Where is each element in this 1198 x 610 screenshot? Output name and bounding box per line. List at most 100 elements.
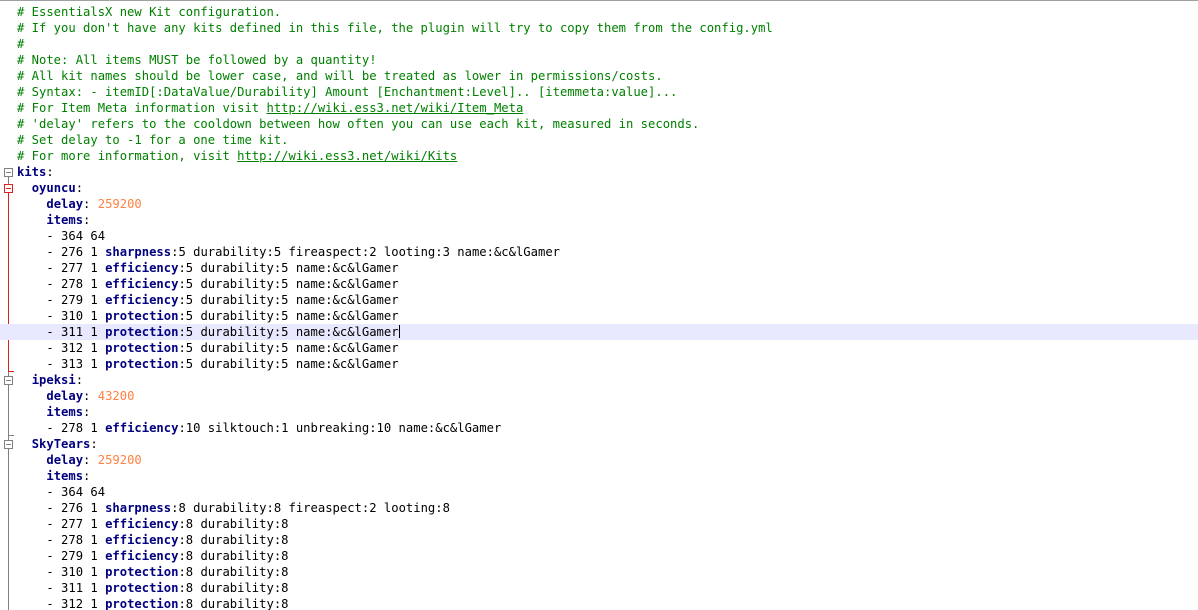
code-line[interactable]: - 277 1 efficiency:8 durability:8 — [0, 516, 1198, 532]
line-content: ipeksi: — [17, 372, 83, 388]
code-line[interactable]: - 278 1 efficiency:5 durability:5 name:&… — [0, 276, 1198, 292]
comment-line[interactable]: # Note: All items MUST be followed by a … — [0, 52, 1198, 68]
line-content: # — [17, 36, 24, 52]
line-content: delay: 259200 — [17, 196, 141, 212]
code-line[interactable]: items: — [0, 468, 1198, 484]
comment-line[interactable]: # For more information, visit http://wik… — [0, 148, 1198, 164]
code-line[interactable]: delay: 43200 — [0, 388, 1198, 404]
code-line[interactable]: - 276 1 sharpness:8 durability:8 fireasp… — [0, 500, 1198, 516]
code-line[interactable]: - 312 1 protection:8 durability:8 — [0, 596, 1198, 610]
enchantment-name: protection — [105, 341, 179, 355]
code-line[interactable]: kits: — [0, 164, 1198, 180]
code-line[interactable]: items: — [0, 404, 1198, 420]
code-line[interactable]: - 313 1 protection:5 durability:5 name:&… — [0, 356, 1198, 372]
code-line[interactable]: - 279 1 efficiency:8 durability:8 — [0, 548, 1198, 564]
comment-line[interactable]: # If you don't have any kits defined in … — [0, 20, 1198, 36]
yaml-key: delay — [46, 197, 84, 211]
code-line[interactable]: - 278 1 efficiency:8 durability:8 — [0, 532, 1198, 548]
code-line[interactable]: - 311 1 protection:5 durability:5 name:&… — [0, 324, 1198, 340]
code-line[interactable]: - 310 1 protection:5 durability:5 name:&… — [0, 308, 1198, 324]
yaml-key: oyuncu — [31, 181, 76, 195]
enchantment-name: protection — [105, 565, 179, 579]
comment-line[interactable]: # Syntax: - itemID[:DataValue/Durability… — [0, 84, 1198, 100]
url-link[interactable]: http://wiki.ess3.net/wiki/Item_Meta — [266, 101, 523, 115]
code-line[interactable]: - 364 64 — [0, 228, 1198, 244]
enchantment-name: efficiency — [105, 261, 179, 275]
line-content: # Syntax: - itemID[:DataValue/Durability… — [17, 84, 677, 100]
item-attributes: :10 silktouch:1 unbreaking:10 name:&c&lG… — [178, 421, 502, 435]
code-line[interactable]: - 312 1 protection:5 durability:5 name:&… — [0, 340, 1198, 356]
comment-line[interactable]: # EssentialsX new Kit configuration. — [0, 4, 1198, 20]
colon: : — [83, 453, 98, 467]
list-item-prefix: - 312 1 — [46, 597, 106, 610]
enchantment-name: efficiency — [105, 517, 179, 531]
enchantment-name: protection — [105, 597, 179, 610]
list-item-prefix: - 277 1 — [46, 517, 106, 531]
code-line[interactable]: SkyTears: — [0, 436, 1198, 452]
code-line[interactable]: delay: 259200 — [0, 452, 1198, 468]
line-content: # For more information, visit http://wik… — [17, 148, 457, 164]
comment-line[interactable]: # All kit names should be lower case, an… — [0, 68, 1198, 84]
code-line[interactable]: - 311 1 protection:8 durability:8 — [0, 580, 1198, 596]
list-item-prefix: - 313 1 — [46, 357, 106, 371]
line-content: items: — [17, 404, 90, 420]
line-content: SkyTears: — [17, 436, 98, 452]
line-content: - 279 1 efficiency:8 durability:8 — [17, 548, 288, 564]
code-line[interactable]: - 310 1 protection:8 durability:8 — [0, 564, 1198, 580]
code-line[interactable]: oyuncu: — [0, 180, 1198, 196]
item-attributes: :5 durability:5 fireaspect:2 looting:3 n… — [171, 245, 560, 259]
line-content: - 311 1 protection:5 durability:5 name:&… — [17, 324, 400, 340]
line-content: - 312 1 protection:8 durability:8 — [17, 596, 289, 610]
item-attributes: :8 durability:8 — [178, 597, 289, 610]
line-content: # Note: All items MUST be followed by a … — [17, 52, 377, 68]
code-line[interactable]: - 279 1 efficiency:5 durability:5 name:&… — [0, 292, 1198, 308]
colon: : — [83, 469, 91, 483]
code-line[interactable]: delay: 259200 — [0, 196, 1198, 212]
code-line[interactable]: - 277 1 efficiency:5 durability:5 name:&… — [0, 260, 1198, 276]
enchantment-name: protection — [105, 357, 179, 371]
line-content: - 312 1 protection:5 durability:5 name:&… — [17, 340, 399, 356]
url-link[interactable]: http://wiki.ess3.net/wiki/Kits — [237, 149, 457, 163]
comment-line[interactable]: # For Item Meta information visit http:/… — [0, 100, 1198, 116]
line-content: # 'delay' refers to the cooldown between… — [17, 116, 699, 132]
comment-text: # If you don't have any kits defined in … — [17, 21, 773, 35]
colon: : — [83, 405, 91, 419]
text-editor[interactable]: # EssentialsX new Kit configuration. # If… — [0, 0, 1198, 610]
code-line[interactable]: items: — [0, 212, 1198, 228]
item-attributes: :5 durability:5 name:&c&lGamer — [178, 341, 399, 355]
line-content: - 313 1 protection:5 durability:5 name:&… — [17, 356, 398, 372]
list-item-prefix: - 364 64 — [46, 229, 106, 243]
comment-text: # Note: All items MUST be followed by a … — [17, 53, 377, 67]
line-content: # Set delay to -1 for a one time kit. — [17, 132, 289, 148]
comment-text: # — [17, 37, 25, 51]
yaml-number-value: 259200 — [97, 453, 142, 467]
code-line[interactable]: - 364 64 — [0, 484, 1198, 500]
item-attributes: :5 durability:5 name:&c&lGamer — [178, 309, 399, 323]
comment-text: # For Item Meta information visit — [17, 101, 267, 115]
code-line[interactable]: ipeksi: — [0, 372, 1198, 388]
line-content: # EssentialsX new Kit configuration. — [17, 4, 281, 20]
code-lines[interactable]: # EssentialsX new Kit configuration. # If… — [0, 4, 1198, 610]
colon: : — [83, 213, 91, 227]
yaml-number-value: 43200 — [97, 389, 135, 403]
comment-line[interactable]: # — [0, 36, 1198, 52]
list-item-prefix: - 278 1 — [46, 421, 106, 435]
line-content: kits: — [17, 164, 54, 180]
code-line[interactable]: - 276 1 sharpness:5 durability:5 fireasp… — [0, 244, 1198, 260]
comment-line[interactable]: # 'delay' refers to the cooldown between… — [0, 116, 1198, 132]
line-content: - 276 1 sharpness:8 durability:8 fireasp… — [17, 500, 450, 516]
list-item-prefix: - 279 1 — [46, 549, 106, 563]
comment-line[interactable]: # Set delay to -1 for a one time kit. — [0, 132, 1198, 148]
colon: : — [83, 389, 98, 403]
code-line[interactable]: - 278 1 efficiency:10 silktouch:1 unbrea… — [0, 420, 1198, 436]
